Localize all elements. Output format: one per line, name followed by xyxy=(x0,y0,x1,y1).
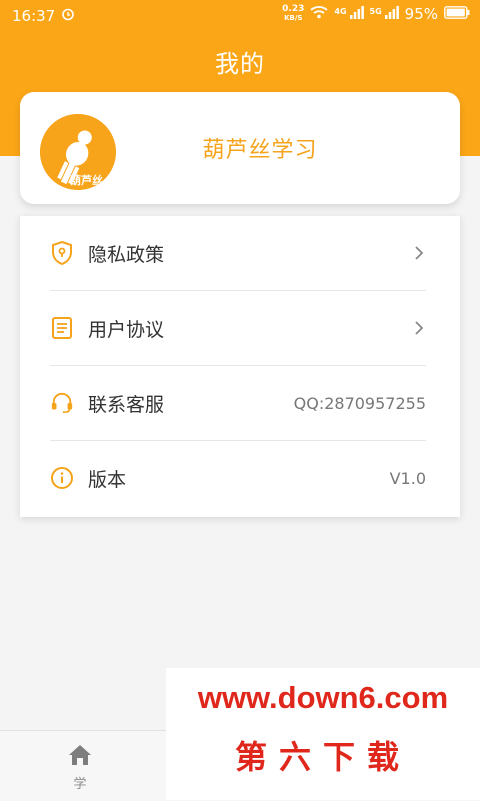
qq-contact-value: QQ:2870957255 xyxy=(293,393,426,413)
menu-label: 联系客服 xyxy=(88,393,165,416)
chevron-right-icon xyxy=(414,320,426,336)
settings-menu: 隐私政策 用户协议 联系客服 QQ:2870957255 版本 V1.0 xyxy=(20,216,460,517)
tab-study[interactable]: 学 xyxy=(40,731,120,801)
shield-lock-icon xyxy=(50,240,74,266)
status-bar: 16:37 0.23 KB/S 4G 5G 95% xyxy=(0,0,480,32)
menu-label: 用户协议 xyxy=(88,318,165,341)
battery-percent: 95% xyxy=(404,5,438,23)
menu-label: 隐私政策 xyxy=(88,243,165,266)
watermark-url: www.down6.com xyxy=(197,680,449,715)
home-icon xyxy=(67,743,93,771)
document-icon xyxy=(50,316,74,340)
svg-text:葫芦丝: 葫芦丝 xyxy=(70,173,103,187)
wifi-icon xyxy=(310,5,328,23)
status-time: 16:37 xyxy=(12,7,56,25)
menu-item-customer-service[interactable]: 联系客服 QQ:2870957255 xyxy=(50,366,426,440)
tab-label: 学 xyxy=(73,777,87,792)
profile-name: 葫芦丝学习 xyxy=(202,138,318,163)
menu-item-user-agreement[interactable]: 用户协议 xyxy=(50,291,426,365)
signal-tag-2: 5G xyxy=(369,7,382,16)
alarm-clock-icon xyxy=(61,7,75,25)
profile-card[interactable]: 葫芦丝 葫芦丝学习 xyxy=(20,92,460,204)
signal-icon-2 xyxy=(384,5,399,23)
network-speed: 0.23 KB/S xyxy=(282,4,305,23)
app-logo: 葫芦丝 xyxy=(40,114,116,190)
chevron-right-icon xyxy=(414,245,426,261)
headset-icon xyxy=(50,391,74,415)
watermark: www.down6.com 第六下载 xyxy=(166,668,480,800)
menu-item-privacy-policy[interactable]: 隐私政策 xyxy=(50,216,426,290)
menu-label: 版本 xyxy=(88,468,127,491)
battery-icon xyxy=(444,5,470,23)
signal-icon-1 xyxy=(349,5,364,23)
info-icon xyxy=(50,466,74,490)
signal-tag-1: 4G xyxy=(334,7,347,16)
version-value: V1.0 xyxy=(389,468,426,488)
menu-item-version[interactable]: 版本 V1.0 xyxy=(50,441,426,515)
page-title: 我的 xyxy=(215,50,265,78)
watermark-name: 第六下载 xyxy=(234,738,411,776)
